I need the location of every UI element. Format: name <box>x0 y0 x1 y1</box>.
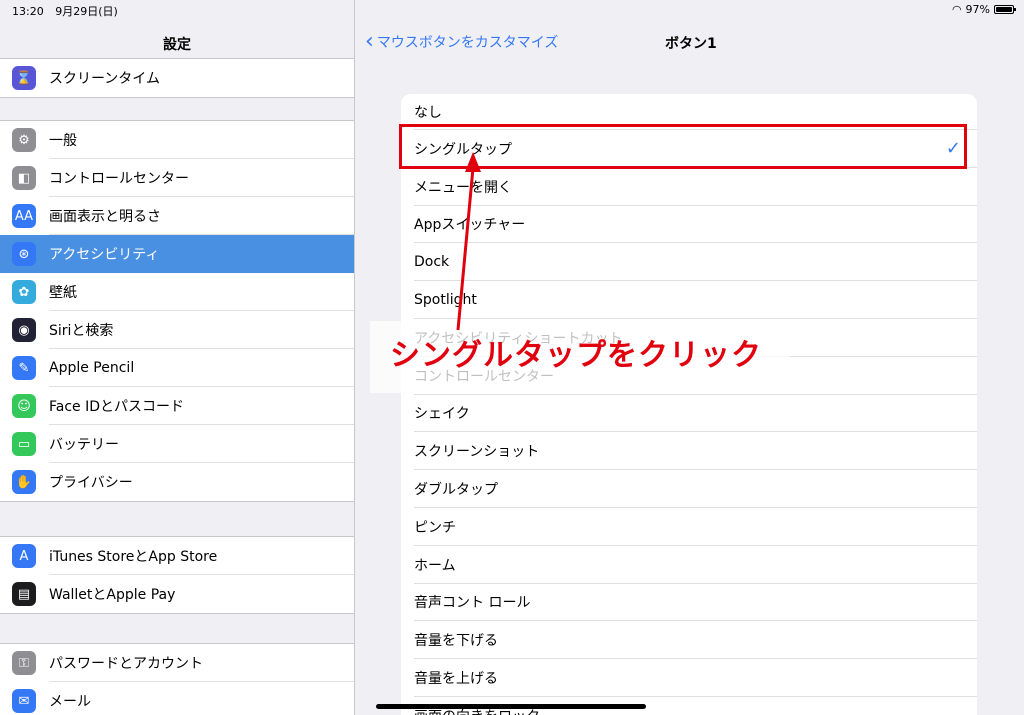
sidebar-item-label: 一般 <box>49 133 77 149</box>
sidebar-item-label: コントロールセンター <box>49 171 189 187</box>
faceid-icon: ☺ <box>12 394 36 418</box>
status-time: 13:20 <box>12 5 44 18</box>
sidebar-item[interactable]: ▭ バッテリー <box>0 425 354 463</box>
flower-icon: ✿ <box>12 280 36 304</box>
hand-icon: ✋ <box>12 470 36 494</box>
sidebar-title: 設定 <box>163 37 191 53</box>
text-size-icon: AA <box>12 204 36 228</box>
sidebar-item[interactable]: ◉ Siriと検索 <box>0 311 354 349</box>
sidebar-item-label: 画面表示と明るさ <box>49 209 161 225</box>
wallet-icon: ▤ <box>12 582 36 606</box>
detail-pane: ◠ 97% ‹ マウスボタンをカスタマイズ ボタン1 なし シングルタップ ✓ メニュ… <box>355 0 1024 715</box>
sidebar-group: AiTunes StoreとApp Store ▤ WalletとApple Pay <box>0 536 354 614</box>
sidebar-item[interactable]: ✎ Apple Pencil <box>0 349 354 387</box>
status-time-date: 13:20 9月29日(日) <box>12 3 126 19</box>
sidebar-item[interactable]: ✿ 壁紙 <box>0 273 354 311</box>
sidebar-item-label: Siriと検索 <box>49 323 114 339</box>
sidebar-item-label: Face IDとパスコード <box>49 399 185 415</box>
sidebar-item-label: プライバシー <box>49 475 133 491</box>
siri-icon: ◉ <box>12 318 36 342</box>
status-date: 9月29日(日) <box>55 5 118 18</box>
sidebar-item-label: WalletとApple Pay <box>49 587 176 603</box>
toggle-icon: ◧ <box>12 166 36 190</box>
sidebar-item-label: パスワードとアカウント <box>49 656 203 672</box>
sidebar-item-label: 壁紙 <box>49 285 77 301</box>
sidebar-item[interactable]: ⊛ アクセシビリティ <box>0 235 354 273</box>
hourglass-icon: ⌛ <box>12 66 36 90</box>
pencil-icon: ✎ <box>12 356 36 380</box>
sidebar-item-label: Apple Pencil <box>49 360 135 376</box>
sidebar-item-label: バッテリー <box>49 437 119 453</box>
sidebar-item-label: iTunes StoreとApp Store <box>49 549 218 565</box>
sidebar-item[interactable]: ◧ コントロールセンター <box>0 159 354 197</box>
sidebar-item[interactable]: ▤ WalletとApple Pay <box>0 575 354 613</box>
annotation-arrow <box>456 152 481 331</box>
home-indicator <box>376 704 646 709</box>
sidebar-item[interactable]: ✉ メール <box>0 682 354 715</box>
settings-sidebar: 13:20 9月29日(日) 設定 ⌛ スクリーンタイム ⚙ 一般 ◧ コントロールセンタ… <box>0 0 355 715</box>
sidebar-item-label: スクリーンタイム <box>49 71 161 87</box>
sidebar-item[interactable]: ☺ Face IDとパスコード <box>0 387 354 425</box>
sidebar-item[interactable]: AA 画面表示と明るさ <box>0 197 354 235</box>
sidebar-item-label: アクセシビリティ <box>49 247 160 263</box>
sidebar-group: ⚿ パスワードとアカウント ✉ メール <box>0 643 354 715</box>
sidebar-group: ⌛ スクリーンタイム <box>0 58 354 98</box>
accessibility-icon: ⊛ <box>12 242 36 266</box>
key-icon: ⚿ <box>12 651 36 675</box>
sidebar-item[interactable]: ⚙ 一般 <box>0 121 354 159</box>
sidebar-item[interactable]: ⌛ スクリーンタイム <box>0 59 354 97</box>
gear-icon: ⚙ <box>12 128 36 152</box>
battery-icon: ▭ <box>12 432 36 456</box>
mail-icon: ✉ <box>12 689 36 713</box>
sidebar-item[interactable]: AiTunes StoreとApp Store <box>0 537 354 575</box>
sidebar-item[interactable]: ⚿ パスワードとアカウント <box>0 644 354 682</box>
sidebar-item-label: メール <box>49 694 91 710</box>
sidebar-group: ⚙ 一般 ◧ コントロールセンター AA 画面表示と明るさ ⊛ アクセシビリティ ✿ 壁紙 ◉ Sir… <box>0 120 354 502</box>
sidebar-item[interactable]: ✋ プライバシー <box>0 463 354 501</box>
app-store-icon: A <box>12 544 36 568</box>
